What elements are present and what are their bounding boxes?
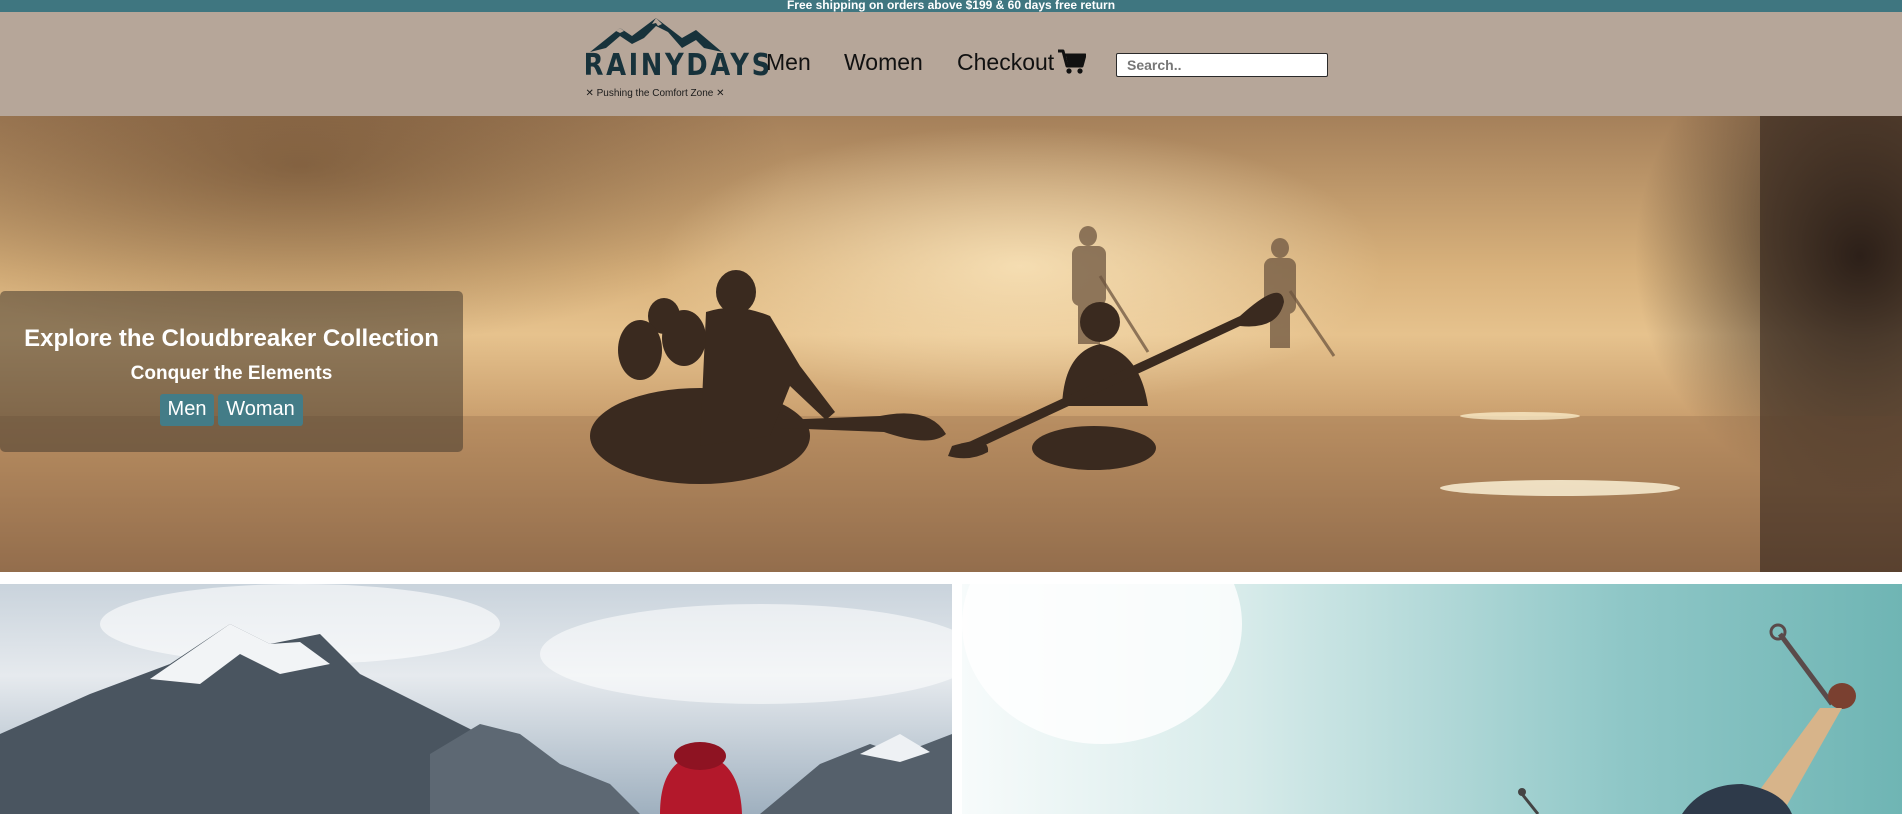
announcement-bar: Free shipping on orders above $199 & 60 … bbox=[0, 0, 1902, 12]
search-input[interactable] bbox=[1116, 53, 1328, 77]
hero-subtitle: Conquer the Elements bbox=[130, 363, 333, 384]
brand-name: RAINYDAYS bbox=[583, 48, 773, 83]
brand-tagline: ✕ Pushing the Comfort Zone ✕ bbox=[585, 88, 725, 99]
skier-celebrating-image bbox=[962, 584, 1856, 814]
cart-icon[interactable] bbox=[1058, 49, 1086, 75]
nav-link-checkout[interactable]: Checkout bbox=[957, 49, 1054, 76]
nav-link-women[interactable]: Women bbox=[844, 49, 923, 76]
hero-title: Explore the Cloudbreaker Collection bbox=[24, 325, 439, 352]
mountain-hiker-image bbox=[0, 584, 952, 814]
hero-promo-box: Explore the Cloudbreaker Collection Conq… bbox=[0, 291, 463, 452]
category-tile-men[interactable] bbox=[0, 584, 952, 814]
category-tile-women[interactable] bbox=[962, 584, 1902, 814]
hero-men-button[interactable]: Men bbox=[160, 394, 214, 426]
announcement-text: Free shipping on orders above $199 & 60 … bbox=[786, 0, 1116, 12]
nav-link-men[interactable]: Men bbox=[766, 49, 811, 76]
site-header: RAINYDAYS ✕ Pushing the Comfort Zone ✕ M… bbox=[0, 12, 1902, 116]
hero-woman-button[interactable]: Woman bbox=[218, 394, 303, 426]
hero-banner: Explore the Cloudbreaker Collection Conq… bbox=[0, 116, 1902, 572]
brand-logo[interactable]: RAINYDAYS ✕ Pushing the Comfort Zone ✕ bbox=[572, 18, 773, 104]
